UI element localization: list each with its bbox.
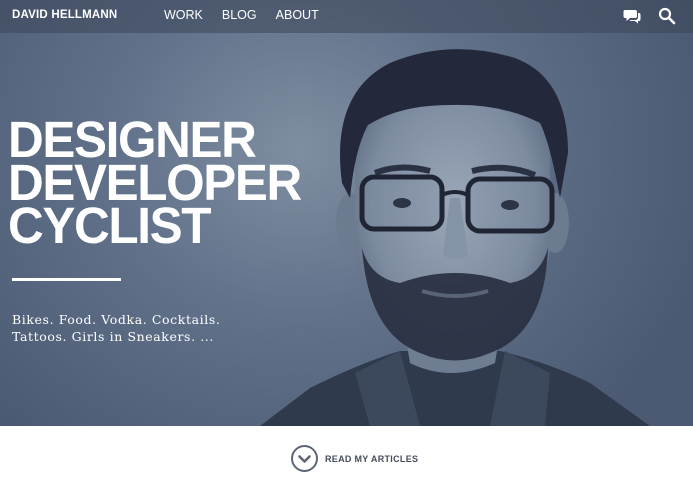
- chevron-down-icon: [298, 455, 311, 463]
- headline-underline: [12, 278, 121, 281]
- tagline-line: Bikes. Food. Vodka. Cocktails.: [12, 312, 221, 327]
- hero-section: DESIGNER DEVELOPER CYCLIST Bikes. Food. …: [0, 0, 693, 426]
- read-articles-button[interactable]: [291, 445, 318, 472]
- footer-cta-bar: READ MY ARTICLES: [0, 426, 693, 491]
- site-brand[interactable]: DAVID HELLMANN: [12, 9, 117, 21]
- nav-link-blog[interactable]: BLOG: [222, 8, 257, 22]
- chat-bubbles-icon[interactable]: [623, 7, 641, 25]
- portrait-photo: [260, 49, 650, 426]
- main-nav: WORK BLOG ABOUT: [164, 8, 338, 22]
- nav-link-about[interactable]: ABOUT: [276, 8, 319, 22]
- hero-headline: DESIGNER DEVELOPER CYCLIST: [8, 114, 302, 251]
- tagline-line: Tattoos. Girls in Sneakers. ...: [12, 329, 214, 344]
- nav-link-work[interactable]: WORK: [164, 8, 203, 22]
- top-navigation-bar: DAVID HELLMANN WORK BLOG ABOUT: [0, 0, 693, 33]
- hero-tagline: Bikes. Food. Vodka. Cocktails. Tattoos. …: [12, 311, 220, 345]
- read-articles-link[interactable]: READ MY ARTICLES: [325, 454, 418, 464]
- search-icon[interactable]: [658, 7, 676, 25]
